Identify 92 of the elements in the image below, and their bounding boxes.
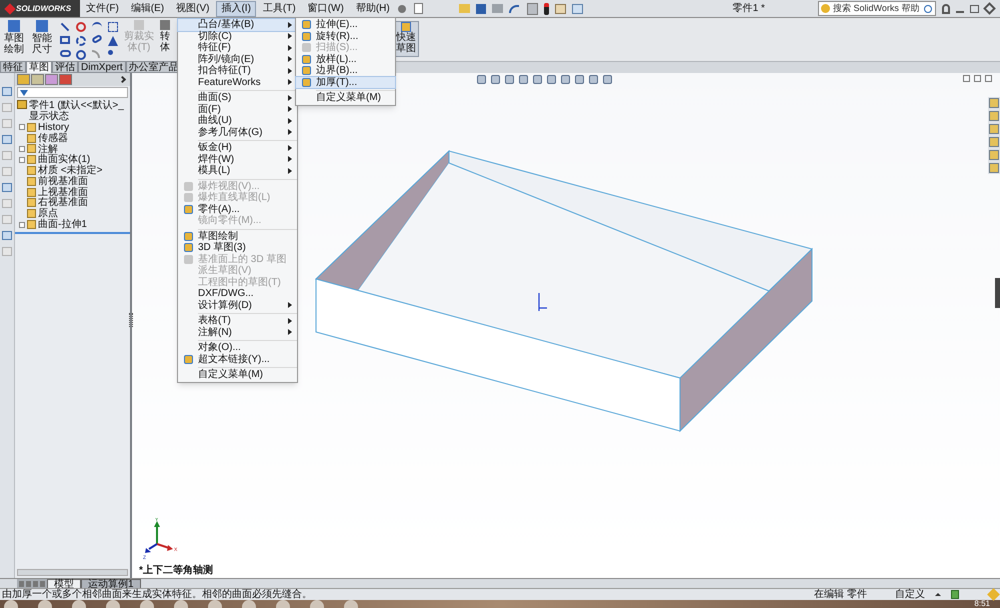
menu-bar-item[interactable]: 编辑(E) xyxy=(126,0,170,16)
menu-item[interactable]: 对象(O)... xyxy=(178,342,297,354)
status-message: 由加厚一个或多个相邻曲面来生成实体特征。相邻的曲面必须先缝合。 xyxy=(2,588,312,600)
tree-item[interactable]: 注解 xyxy=(38,144,58,154)
undo-icon[interactable] xyxy=(508,4,519,12)
tree-item[interactable]: 原点 xyxy=(38,208,58,220)
command-tab[interactable]: 特征 xyxy=(0,61,26,73)
menu-item[interactable]: 放样(L)... xyxy=(296,54,395,65)
menu-item[interactable]: 拉伸(E)... xyxy=(296,19,395,30)
menu-item[interactable]: 3D 草图(3) xyxy=(178,242,297,254)
menu-item[interactable]: 自定义菜单(M) xyxy=(296,92,395,104)
menu-bar-item[interactable]: 视图(V) xyxy=(171,0,214,16)
menu-item-icon xyxy=(184,354,192,364)
menu-item[interactable]: 零件(A)... xyxy=(178,204,297,215)
menu-bar-item[interactable]: 插入(I) xyxy=(216,0,256,16)
viewport-restore-icon[interactable] xyxy=(974,75,981,82)
ellipse-tool-icon[interactable] xyxy=(91,34,103,44)
menu-item[interactable]: 旋转(R)... xyxy=(296,30,395,42)
tree-item[interactable]: 右视基准面 xyxy=(38,197,88,208)
tree-root-label[interactable]: 零件1 (默认<<默认>_显示状态 xyxy=(29,100,128,122)
document-title: 零件1 * xyxy=(732,2,765,16)
model-tab[interactable]: 模型 xyxy=(47,578,81,588)
new-document-icon[interactable] xyxy=(414,3,423,14)
clock: 8:51 xyxy=(974,600,991,608)
expand-toggle-icon[interactable] xyxy=(18,156,24,163)
menu-item[interactable]: 草图绘制 xyxy=(178,230,297,242)
logo-text: SOLIDWORKS xyxy=(16,2,72,14)
caret-up-icon[interactable] xyxy=(935,593,941,596)
logo-mark-icon xyxy=(4,2,16,14)
submenu-arrow-icon xyxy=(288,302,292,308)
minimize-icon[interactable] xyxy=(956,10,964,12)
menu-item[interactable]: 曲线(U) xyxy=(178,115,297,126)
filter-field[interactable] xyxy=(17,87,128,98)
grid-icon[interactable] xyxy=(108,22,118,32)
menu-item[interactable]: 参考几何体(G) xyxy=(178,126,297,138)
axis-triad-drawing xyxy=(145,521,173,553)
ribbon-button[interactable]: 转体 xyxy=(159,20,171,53)
arc-tool-icon[interactable] xyxy=(76,36,86,46)
menu-item[interactable]: 自定义菜单(M) xyxy=(178,369,297,380)
tree-item[interactable]: 曲面-拉伸1 xyxy=(38,219,87,230)
menu-item[interactable]: 设计算例(D) xyxy=(178,300,297,311)
command-tab[interactable]: DimXpert xyxy=(78,61,126,73)
quick-sketch-icon xyxy=(401,22,411,32)
tree-item[interactable]: 前视基准面 xyxy=(38,176,88,187)
view-orientation-label: *上下二等角轴测 xyxy=(139,564,213,578)
menu-item[interactable]: 注解(N) xyxy=(178,326,297,338)
ribbon-button[interactable]: 草图绘制 xyxy=(0,20,28,55)
edit-mode-status: 在编辑 零件 xyxy=(814,588,867,600)
menu-item[interactable]: DXF/DWG... xyxy=(178,288,297,300)
menu-bar-item[interactable]: 工具(T) xyxy=(258,0,301,16)
expand-toggle-icon[interactable] xyxy=(18,146,24,152)
horizontal-scrollbar[interactable] xyxy=(17,569,128,576)
menu-item[interactable]: 加厚(T)... xyxy=(296,76,395,88)
tree-item[interactable]: 曲面实体(1) xyxy=(38,154,90,166)
panel-splitter-handle[interactable] xyxy=(129,313,133,327)
expand-chevron-icon[interactable] xyxy=(118,76,126,84)
slot-tool-icon[interactable] xyxy=(60,50,71,57)
menu-item[interactable]: 凸台/基体(B) xyxy=(178,19,297,30)
origin-marker-icon xyxy=(538,293,547,311)
restore-icon[interactable] xyxy=(970,4,979,12)
menu-item[interactable]: 表格(T) xyxy=(178,315,297,326)
viewport-minimize-icon[interactable] xyxy=(963,75,970,82)
help-bubble-icon xyxy=(821,4,830,13)
command-tab[interactable]: 评估 xyxy=(52,61,78,73)
command-tab[interactable]: 草图 xyxy=(26,61,52,73)
viewport-close-icon[interactable] xyxy=(985,75,992,82)
line-tool-icon[interactable] xyxy=(60,22,70,32)
menu-item[interactable]: 模具(L) xyxy=(178,165,297,176)
circle-tool-icon[interactable] xyxy=(76,22,86,32)
expand-toggle-icon[interactable] xyxy=(18,124,24,130)
part-icon xyxy=(17,100,27,109)
tree-item[interactable]: 材质 <未指定> xyxy=(38,165,102,176)
search-icon xyxy=(924,4,932,12)
tree-item[interactable]: 传感器 xyxy=(38,132,68,144)
menu-bar-item[interactable]: 窗口(W) xyxy=(302,0,349,16)
help-search-field[interactable]: 搜索 SolidWorks 帮助 xyxy=(818,1,936,16)
pin-icon[interactable] xyxy=(398,4,406,12)
units-status[interactable]: 自定义 xyxy=(895,588,925,600)
rectangle-tool-icon[interactable] xyxy=(60,36,70,44)
fillet-tool-icon[interactable] xyxy=(92,50,100,58)
tree-item[interactable]: 上视基准面 xyxy=(38,186,88,198)
model-tab[interactable]: 运动算例1 xyxy=(81,578,141,588)
ribbon-button[interactable]: 智能尺寸 xyxy=(28,20,56,55)
tree-item[interactable]: History xyxy=(38,122,70,133)
menu-bar-item[interactable]: 文件(F) xyxy=(81,0,124,16)
menu-item[interactable]: 钣金(H) xyxy=(178,142,297,154)
menu-bar-item[interactable]: 帮助(H) xyxy=(350,0,395,16)
menu-item[interactable]: 焊件(W) xyxy=(178,154,297,165)
point-tool-icon[interactable] xyxy=(108,50,113,55)
expand-toggle-icon[interactable] xyxy=(18,222,24,228)
menu-item[interactable]: 超文本链接(Y)... xyxy=(178,354,297,365)
side-handle[interactable] xyxy=(995,278,1000,308)
